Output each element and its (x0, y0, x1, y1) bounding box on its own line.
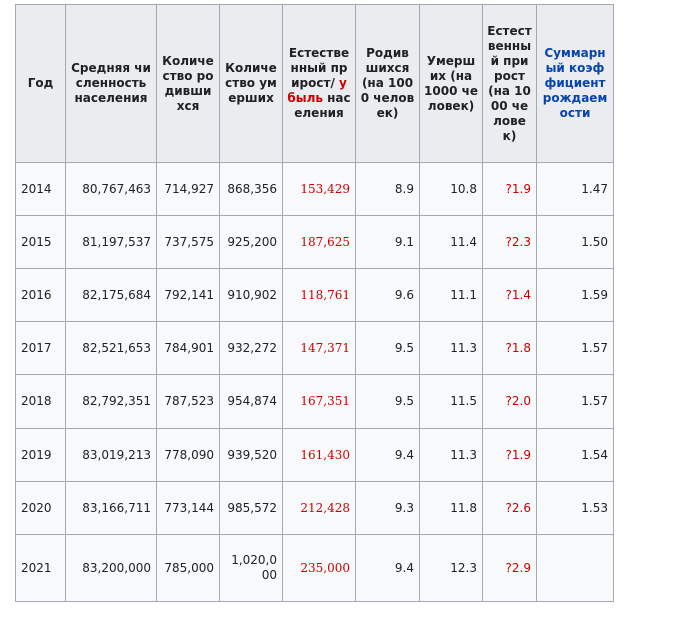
cell-natural-rate: ?1.4 (482, 268, 537, 323)
table-row: 2016 82,175,684 792,141 910,902 118,761 … (15, 268, 614, 323)
cell-year: 2018 (15, 374, 66, 429)
cell-natural-growth: 212,428 (282, 480, 356, 535)
header-row: Год Средняя численность населения Количе… (15, 4, 614, 163)
cell-year: 2019 (15, 427, 66, 482)
cell-population: 82,521,653 (65, 321, 157, 376)
cell-births: 787,523 (156, 374, 220, 429)
cell-deaths: 910,902 (219, 268, 283, 323)
col-header-natural-growth[interactable]: Естественный прирост/ убыль населения (282, 4, 356, 163)
cell-year: 2016 (15, 268, 66, 323)
table-row: 2021 83,200,000 785,000 1,020,000 235,00… (15, 533, 614, 603)
cell-birth-rate: 8.9 (355, 161, 420, 217)
cell-natural-growth: 118,761 (282, 268, 356, 323)
col-header-natural-rate[interactable]: Естественный прирост (на 1000 человек) (482, 4, 537, 163)
cell-fertility: 1.59 (536, 268, 614, 323)
cell-birth-rate: 9.1 (355, 215, 420, 270)
demographics-table: Год Средняя численность населения Количе… (15, 4, 614, 603)
cell-fertility (536, 533, 614, 603)
cell-fertility: 1.57 (536, 321, 614, 376)
cell-natural-growth: 147,371 (282, 321, 356, 376)
table-row: 2017 82,521,653 784,901 932,272 147,371 … (15, 321, 614, 376)
cell-deaths: 954,874 (219, 374, 283, 429)
cell-births: 784,901 (156, 321, 220, 376)
cell-death-rate: 11.4 (419, 215, 483, 270)
cell-death-rate: 11.1 (419, 268, 483, 323)
cell-deaths: 1,020,000 (219, 533, 283, 603)
cell-fertility: 1.50 (536, 215, 614, 270)
cell-fertility: 1.53 (536, 480, 614, 535)
cell-population: 82,175,684 (65, 268, 157, 323)
cell-natural-rate: ?2.9 (482, 533, 537, 603)
col-header-birth-rate[interactable]: Родившихся (на 1000 человек) (355, 4, 420, 163)
cell-natural-growth: 187,625 (282, 215, 356, 270)
fertility-link[interactable]: Суммарный коэффициент рождаемости (543, 46, 608, 120)
cell-population: 81,197,537 (65, 215, 157, 270)
cell-deaths: 925,200 (219, 215, 283, 270)
cell-death-rate: 11.8 (419, 480, 483, 535)
cell-natural-rate: ?1.8 (482, 321, 537, 376)
table-row: 2019 83,019,213 778,090 939,520 161,430 … (15, 427, 614, 482)
col-header-death-rate[interactable]: Умерших (на 1000 человек) (419, 4, 483, 163)
table-row: 2014 80,767,463 714,927 868,356 153,429 … (15, 161, 614, 217)
cell-natural-rate: ?2.0 (482, 374, 537, 429)
cell-natural-growth: 235,000 (282, 533, 356, 603)
cell-natural-growth: 153,429 (282, 161, 356, 217)
cell-births: 778,090 (156, 427, 220, 482)
cell-birth-rate: 9.4 (355, 427, 420, 482)
cell-deaths: 932,272 (219, 321, 283, 376)
cell-natural-rate: ?1.9 (482, 161, 537, 217)
cell-year: 2021 (15, 533, 66, 603)
col-header-year[interactable]: Год (15, 4, 66, 163)
cell-fertility: 1.47 (536, 161, 614, 217)
cell-birth-rate: 9.6 (355, 268, 420, 323)
cell-population: 83,200,000 (65, 533, 157, 603)
cell-fertility: 1.57 (536, 374, 614, 429)
cell-natural-rate: ?2.6 (482, 480, 537, 535)
cell-death-rate: 10.8 (419, 161, 483, 217)
cell-deaths: 868,356 (219, 161, 283, 217)
cell-year: 2014 (15, 161, 66, 217)
cell-death-rate: 11.5 (419, 374, 483, 429)
col-header-deaths[interactable]: Количество умерших (219, 4, 283, 163)
cell-birth-rate: 9.4 (355, 533, 420, 603)
cell-deaths: 985,572 (219, 480, 283, 535)
table-row: 2015 81,197,537 737,575 925,200 187,625 … (15, 215, 614, 270)
cell-population: 82,792,351 (65, 374, 157, 429)
cell-year: 2020 (15, 480, 66, 535)
cell-deaths: 939,520 (219, 427, 283, 482)
cell-natural-growth: 161,430 (282, 427, 356, 482)
cell-year: 2015 (15, 215, 66, 270)
cell-birth-rate: 9.5 (355, 321, 420, 376)
cell-death-rate: 12.3 (419, 533, 483, 603)
cell-natural-growth: 167,351 (282, 374, 356, 429)
table-row: 2018 82,792,351 787,523 954,874 167,351 … (15, 374, 614, 429)
cell-births: 737,575 (156, 215, 220, 270)
cell-births: 785,000 (156, 533, 220, 603)
cell-births: 773,144 (156, 480, 220, 535)
cell-births: 714,927 (156, 161, 220, 217)
cell-fertility: 1.54 (536, 427, 614, 482)
cell-year: 2017 (15, 321, 66, 376)
cell-population: 80,767,463 (65, 161, 157, 217)
col-header-fertility[interactable]: Суммарный коэффициент рождаемости (536, 4, 614, 163)
col-header-births[interactable]: Количество родившихся (156, 4, 220, 163)
cell-death-rate: 11.3 (419, 427, 483, 482)
cell-natural-rate: ?2.3 (482, 215, 537, 270)
cell-birth-rate: 9.5 (355, 374, 420, 429)
cell-population: 83,166,711 (65, 480, 157, 535)
cell-birth-rate: 9.3 (355, 480, 420, 535)
cell-population: 83,019,213 (65, 427, 157, 482)
col-header-population[interactable]: Средняя численность населения (65, 4, 157, 163)
table-row: 2020 83,166,711 773,144 985,572 212,428 … (15, 480, 614, 535)
cell-births: 792,141 (156, 268, 220, 323)
cell-death-rate: 11.3 (419, 321, 483, 376)
cell-natural-rate: ?1.9 (482, 427, 537, 482)
